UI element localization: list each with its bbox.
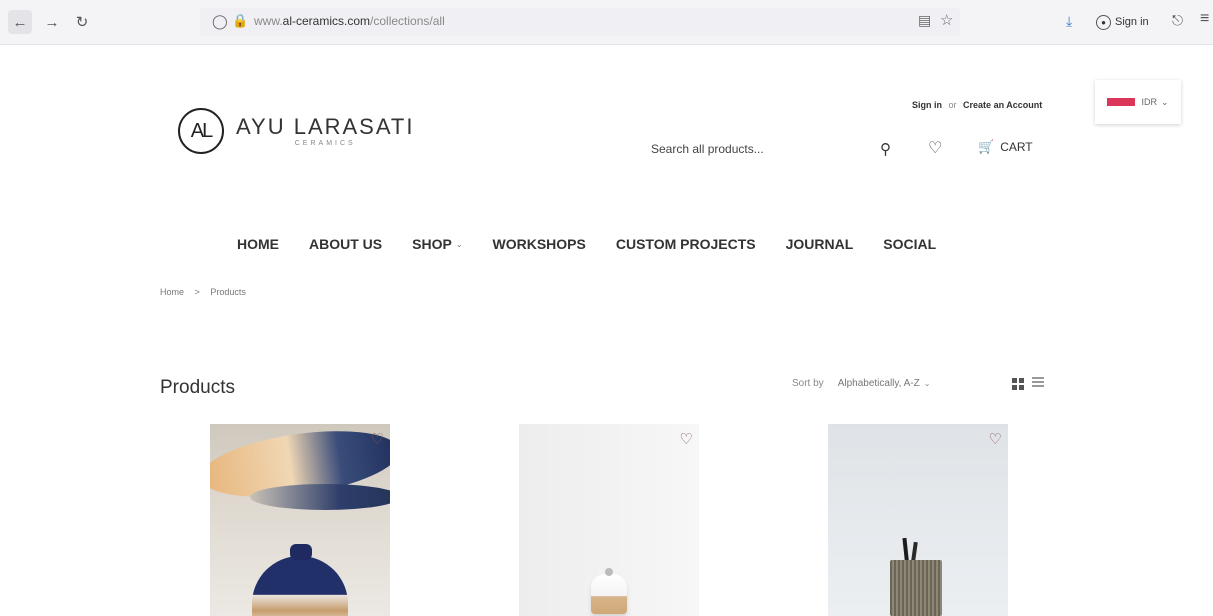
wishlist-heart-icon[interactable]: ♡: [928, 138, 942, 158]
browser-toolbar: ← → ↻ ◯ 🔒 www.al-ceramics.com/collection…: [0, 0, 1213, 45]
nav-item-custom-projects[interactable]: CUSTOM PROJECTS: [616, 236, 756, 252]
nav-item-home[interactable]: HOME: [237, 236, 279, 252]
nav-label: WORKSHOPS: [492, 236, 586, 252]
heart-icon[interactable]: ♡: [680, 430, 693, 448]
heart-icon[interactable]: ♡: [371, 430, 384, 448]
list-view-icon[interactable]: [1032, 377, 1044, 389]
brand-sub: CERAMICS: [294, 139, 356, 147]
account-links: Sign in or Create an Account: [912, 100, 1042, 110]
bookmark-star-icon[interactable]: ☆: [940, 11, 953, 29]
product-card[interactable]: ♡: [210, 424, 390, 616]
site-logo[interactable]: AL AYU LARASATI CERAMICS: [178, 108, 414, 154]
nav-label: SHOP: [412, 236, 452, 252]
nav-item-social[interactable]: SOCIAL: [883, 236, 936, 252]
breadcrumb-separator: >: [194, 287, 200, 297]
forward-icon[interactable]: →: [40, 10, 64, 34]
breadcrumb: Home > Products: [160, 287, 246, 297]
main-nav: HOME ABOUT US SHOP ⌄ WORKSHOPS CUSTOM PRO…: [237, 236, 966, 252]
breadcrumb-home[interactable]: Home: [160, 287, 184, 297]
extensions-icon[interactable]: ⎋: [1172, 12, 1183, 29]
sort-control[interactable]: Sort by Alphabetically, A-Z ⌄: [792, 378, 930, 389]
sort-label: Sort by: [792, 378, 824, 389]
nav-item-shop[interactable]: SHOP ⌄: [412, 236, 462, 252]
account-icon: ●: [1096, 14, 1111, 30]
indonesia-flag-icon: [1107, 98, 1136, 106]
product-card[interactable]: ♡: [519, 424, 699, 616]
create-account-link[interactable]: Create an Account: [963, 100, 1042, 110]
nav-label: CUSTOM PROJECTS: [615, 236, 756, 252]
browser-signin-label: Sign in: [1115, 16, 1149, 28]
address-bar[interactable]: ◯ 🔒 www.al-ceramics.com/collections/all …: [200, 8, 960, 36]
breadcrumb-current: Products: [210, 287, 246, 297]
menu-icon[interactable]: ≡: [1200, 10, 1209, 28]
shield-icon[interactable]: ◯: [212, 13, 228, 30]
product-card[interactable]: ♡: [828, 424, 1008, 616]
nav-label: ABOUT US: [309, 236, 383, 252]
download-icon[interactable]: ⤓: [1066, 13, 1072, 30]
sort-select[interactable]: Alphabetically, A-Z: [838, 378, 920, 389]
reload-icon[interactable]: ↻: [70, 10, 94, 34]
chevron-down-icon: ⌄: [455, 239, 463, 249]
brand-name: AYU LARASATI: [236, 113, 415, 139]
lock-icon[interactable]: 🔒: [232, 13, 248, 29]
or-text: or: [948, 100, 957, 110]
nav-label: JOURNAL: [785, 236, 854, 252]
chevron-down-icon: ⌄: [923, 379, 931, 388]
search-icon[interactable]: ⚲: [880, 140, 891, 158]
search-input[interactable]: Search all products...: [651, 142, 764, 156]
nav-item-journal[interactable]: JOURNAL: [786, 236, 854, 252]
reader-view-icon[interactable]: ▤: [918, 12, 931, 29]
cart-button[interactable]: 🛒 CART: [978, 139, 1033, 155]
back-icon[interactable]: ←: [8, 10, 32, 34]
logo-mark: AL: [178, 108, 224, 154]
grid-view-icon[interactable]: [1012, 378, 1024, 390]
cart-icon: 🛒: [978, 139, 995, 154]
url-text[interactable]: www.al-ceramics.com/collections/all: [254, 14, 445, 28]
currency-selector[interactable]: IDR ⌄: [1095, 80, 1181, 124]
currency-label: IDR: [1141, 97, 1157, 107]
nav-label: SOCIAL: [883, 236, 937, 252]
nav-label: HOME: [237, 236, 279, 252]
page-title: Products: [160, 377, 235, 398]
heart-icon[interactable]: ♡: [989, 430, 1002, 448]
nav-item-about-us[interactable]: ABOUT US: [309, 236, 382, 252]
cart-label: CART: [1000, 140, 1033, 154]
nav-item-workshops[interactable]: WORKSHOPS: [493, 236, 586, 252]
signin-link[interactable]: Sign in: [912, 100, 942, 110]
chevron-down-icon: ⌄: [1160, 96, 1169, 107]
browser-signin-button[interactable]: ● Sign in: [1096, 10, 1149, 34]
